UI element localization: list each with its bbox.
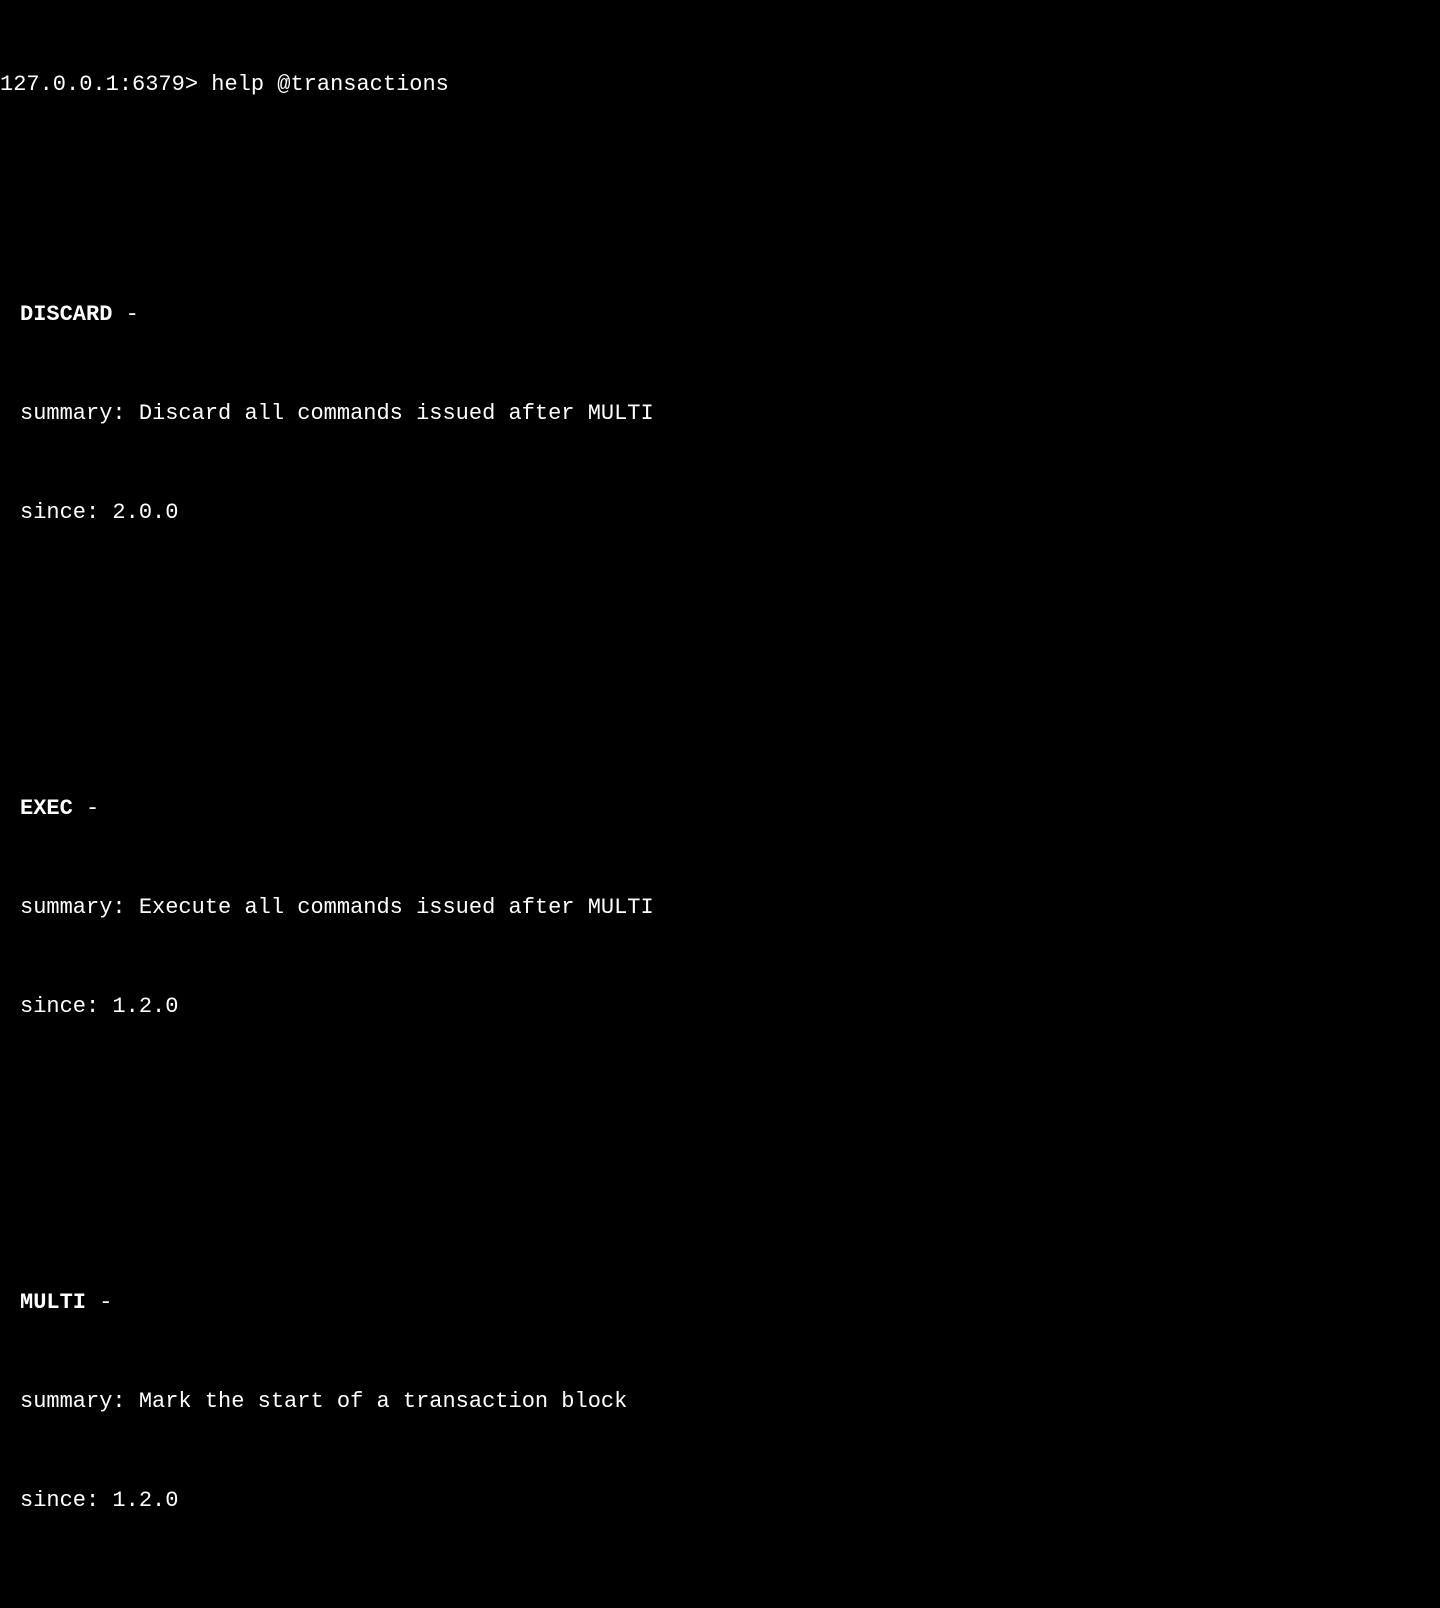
command-header: DISCARD - bbox=[20, 298, 1440, 331]
summary-text: Execute all commands issued after MULTI bbox=[139, 895, 654, 920]
command-since: since: 1.2.0 bbox=[20, 1484, 1440, 1517]
command-block: MULTI - summary: Mark the start of a tra… bbox=[0, 1220, 1440, 1583]
command-args: - bbox=[73, 796, 99, 821]
command-name: MULTI bbox=[20, 1290, 86, 1315]
command-args: - bbox=[112, 302, 138, 327]
command-summary: summary: Mark the start of a transaction… bbox=[20, 1385, 1440, 1418]
since-version: 1.2.0 bbox=[112, 994, 178, 1019]
since-label: since: bbox=[20, 994, 112, 1019]
prompt-line: 127.0.0.1:6379> help @transactions bbox=[0, 68, 1440, 101]
command-block: DISCARD - summary: Discard all commands … bbox=[0, 232, 1440, 595]
terminal-output[interactable]: 127.0.0.1:6379> help @transactions DISCA… bbox=[0, 2, 1440, 1608]
command-name: DISCARD bbox=[20, 302, 112, 327]
command-summary: summary: Discard all commands issued aft… bbox=[20, 397, 1440, 430]
summary-label: summary: bbox=[20, 1389, 139, 1414]
prompt-host: 127.0.0.1:6379> bbox=[0, 72, 198, 97]
prompt-command: help @transactions bbox=[211, 72, 449, 97]
command-since: since: 1.2.0 bbox=[20, 990, 1440, 1023]
command-args: - bbox=[86, 1290, 112, 1315]
since-version: 2.0.0 bbox=[112, 500, 178, 525]
command-name: EXEC bbox=[20, 796, 73, 821]
since-label: since: bbox=[20, 1488, 112, 1513]
summary-label: summary: bbox=[20, 895, 139, 920]
summary-text: Mark the start of a transaction block bbox=[139, 1389, 627, 1414]
command-summary: summary: Execute all commands issued aft… bbox=[20, 891, 1440, 924]
since-label: since: bbox=[20, 500, 112, 525]
summary-label: summary: bbox=[20, 401, 139, 426]
command-header: EXEC - bbox=[20, 792, 1440, 825]
summary-text: Discard all commands issued after MULTI bbox=[139, 401, 654, 426]
command-since: since: 2.0.0 bbox=[20, 496, 1440, 529]
command-header: MULTI - bbox=[20, 1286, 1440, 1319]
command-block: EXEC - summary: Execute all commands iss… bbox=[0, 726, 1440, 1089]
since-version: 1.2.0 bbox=[112, 1488, 178, 1513]
